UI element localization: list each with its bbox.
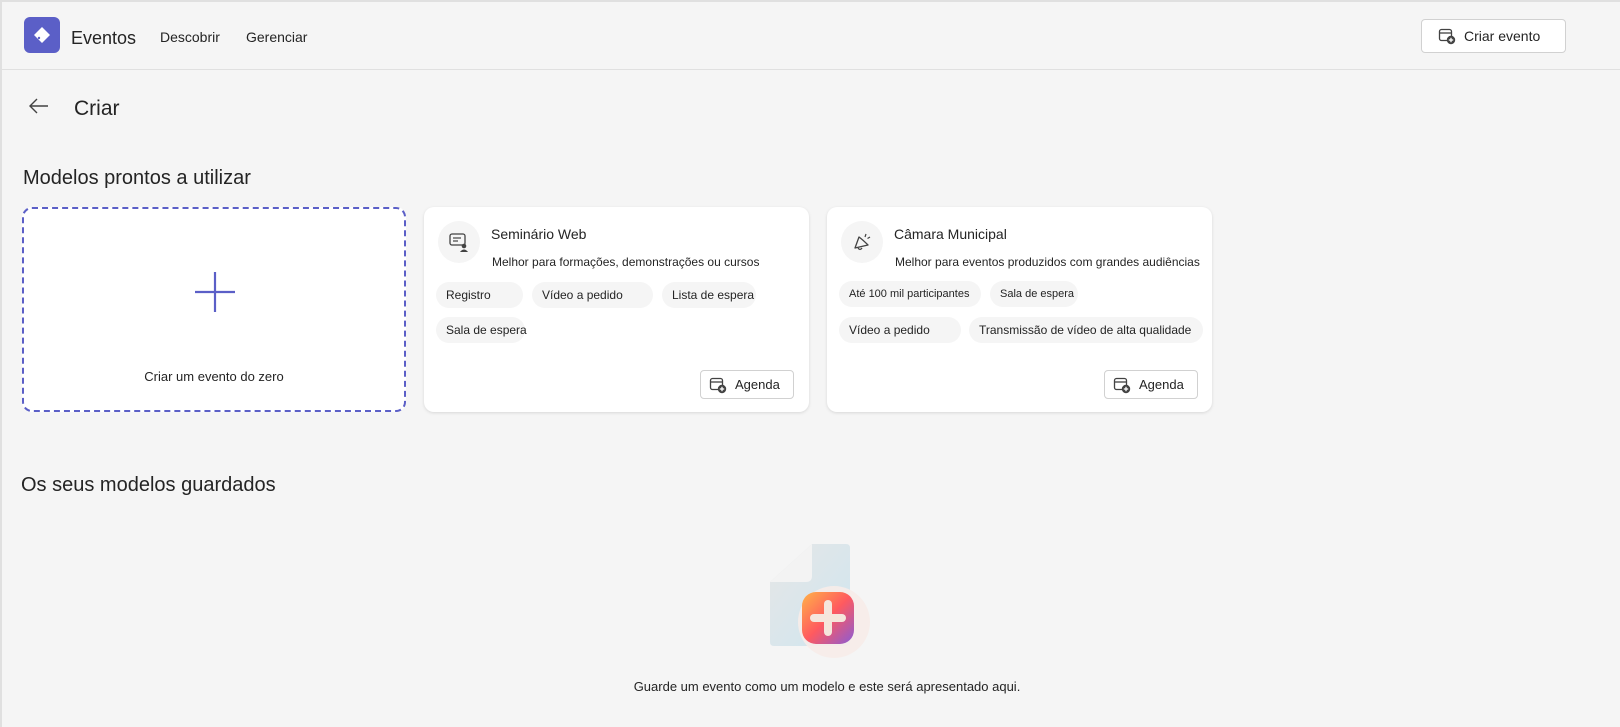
create-from-scratch-label: Criar um evento do zero [144, 369, 284, 384]
townhall-title: Câmara Municipal [894, 226, 1007, 242]
chip-hq-streaming: Transmissão de vídeo de alta qualidade [969, 317, 1203, 343]
townhall-description: Melhor para eventos produzidos com grand… [895, 255, 1200, 269]
create-from-scratch-card[interactable]: Criar um evento do zero [22, 207, 406, 412]
create-event-label: Criar evento [1464, 28, 1541, 44]
webinar-schedule-button[interactable]: Agenda [700, 370, 794, 399]
webinar-title: Seminário Web [491, 226, 587, 242]
ready-templates-title: Modelos prontos a utilizar [23, 167, 251, 189]
calendar-add-icon [1113, 376, 1131, 394]
chip-waitlist: Lista de espera [662, 282, 756, 308]
webinar-icon [438, 221, 480, 263]
chip-video-on-demand: Vídeo a pedido [532, 282, 653, 308]
empty-saved-templates-message: Guarde um evento como um modelo e este s… [633, 679, 1021, 694]
nav-discover[interactable]: Descobrir [160, 29, 220, 45]
chip-lobby: Sala de espera [436, 317, 527, 343]
create-event-button[interactable]: Criar evento [1421, 19, 1566, 53]
chip-lobby: Sala de espera [990, 281, 1078, 307]
empty-template-illustration-icon [764, 542, 870, 662]
top-bar: Eventos Descobrir Gerenciar Criar evento [2, 2, 1620, 70]
webinar-description: Melhor para formações, demonstrações ou … [492, 255, 760, 269]
app-title: Eventos [71, 28, 137, 48]
megaphone-icon [841, 221, 883, 263]
townhall-template-card[interactable]: Câmara Municipal Melhor para eventos pro… [827, 207, 1212, 412]
back-arrow-icon[interactable] [28, 96, 50, 116]
townhall-schedule-label: Agenda [1139, 377, 1184, 392]
page-title: Criar [74, 97, 120, 120]
plus-icon [193, 270, 237, 314]
chip-registration: Registro [436, 282, 523, 308]
webinar-template-card[interactable]: Seminário Web Melhor para formações, dem… [424, 207, 809, 412]
saved-templates-title: Os seus modelos guardados [21, 474, 276, 496]
calendar-add-icon [1438, 27, 1456, 45]
townhall-schedule-button[interactable]: Agenda [1104, 370, 1198, 399]
nav-manage[interactable]: Gerenciar [246, 29, 307, 45]
calendar-add-icon [709, 376, 727, 394]
chip-participants: Até 100 mil participantes [839, 281, 981, 307]
webinar-schedule-label: Agenda [735, 377, 780, 392]
events-app-logo-icon [24, 17, 60, 53]
chip-video-on-demand: Vídeo a pedido [839, 317, 961, 343]
